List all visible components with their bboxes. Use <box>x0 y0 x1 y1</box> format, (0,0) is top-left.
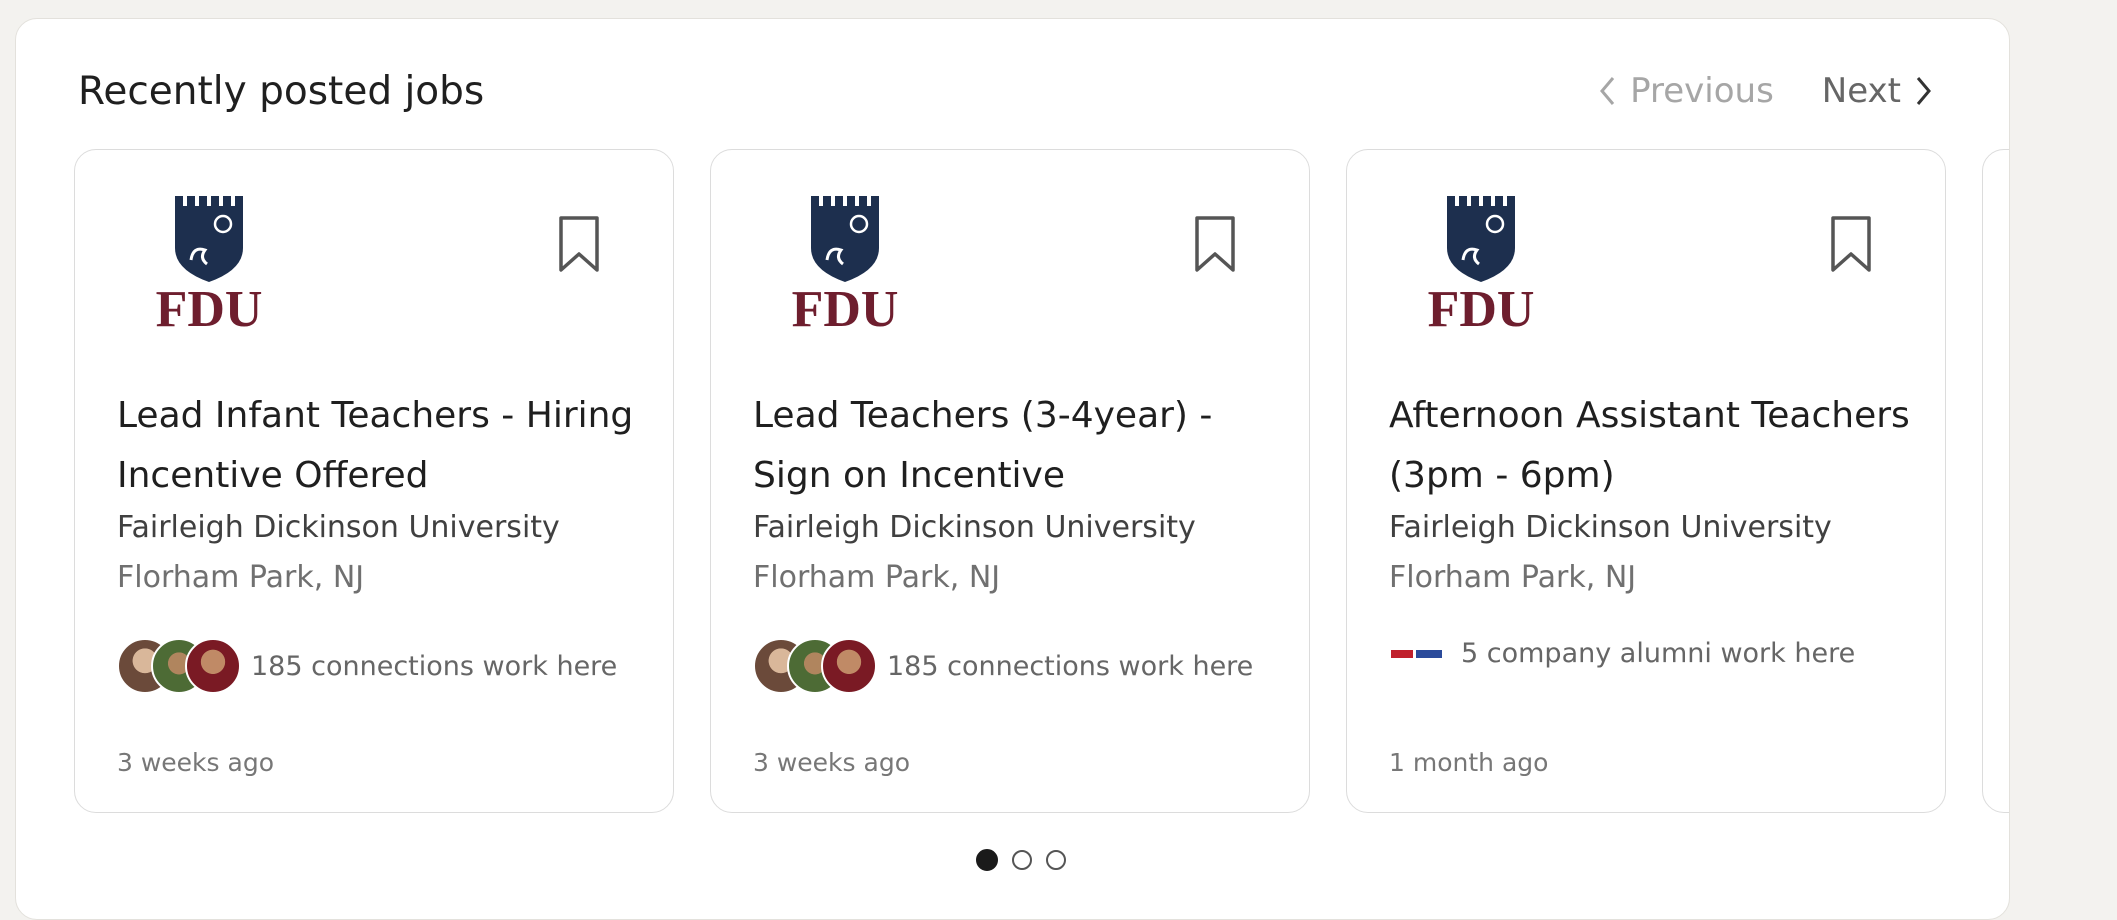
job-cards-carousel: FDU Lead Infant Teachers - Hiring Incent… <box>74 149 2009 819</box>
bookmark-icon[interactable] <box>555 214 603 276</box>
job-insight: 185 connections work here <box>753 638 1253 694</box>
fdu-logo: FDU <box>792 196 899 330</box>
connection-avatars <box>117 638 241 694</box>
posted-time: 1 month ago <box>1389 748 1549 777</box>
previous-button[interactable]: Previous <box>1598 71 1774 111</box>
fdu-logo-text: FDU <box>792 281 899 330</box>
job-insight: 5 company alumni work here <box>1389 638 1855 669</box>
company-name: Fairleigh Dickinson University <box>753 510 1196 545</box>
job-location: Florham Park, NJ <box>117 560 365 595</box>
page-dot[interactable] <box>1012 850 1032 870</box>
connection-avatars <box>753 638 877 694</box>
job-card[interactable]: FDU Lead Infant Teachers - Hiring Incent… <box>74 149 674 813</box>
recent-jobs-panel: Recently posted jobs Previous Next FDU L… <box>15 18 2010 920</box>
fdu-logo: FDU <box>156 196 263 330</box>
posted-time: 3 weeks ago <box>753 748 910 777</box>
page-dot[interactable] <box>976 849 998 871</box>
pager: Previous Next <box>1598 71 1933 111</box>
insight-text: 5 company alumni work here <box>1461 638 1856 669</box>
rwjbh-logo <box>1391 649 1442 658</box>
company-name: Fairleigh Dickinson University <box>1389 510 1832 545</box>
fdu-logo-text: FDU <box>1428 281 1535 330</box>
avatar <box>821 638 877 694</box>
next-label: Next <box>1821 71 1901 111</box>
job-card-partial[interactable] <box>1982 149 2009 813</box>
fdu-logo: FDU <box>1428 196 1535 330</box>
carousel-pagination <box>976 849 1066 871</box>
page-dot[interactable] <box>1046 850 1066 870</box>
company-name: Fairleigh Dickinson University <box>117 510 560 545</box>
posted-time: 3 weeks ago <box>117 748 274 777</box>
avatar <box>185 638 241 694</box>
insight-text: 185 connections work here <box>887 650 1254 682</box>
job-location: Florham Park, NJ <box>753 560 1001 595</box>
fdu-logo-text: FDU <box>156 281 263 330</box>
previous-label: Previous <box>1630 71 1774 111</box>
job-card[interactable]: FDU Afternoon Assistant Teachers (3pm - … <box>1346 149 1946 813</box>
bookmark-icon[interactable] <box>1827 214 1875 276</box>
job-title[interactable]: Afternoon Assistant Teachers (3pm - 6pm) <box>1389 386 1929 506</box>
insight-text: 185 connections work here <box>251 650 618 682</box>
job-location: Florham Park, NJ <box>1389 560 1637 595</box>
section-title: Recently posted jobs <box>78 69 485 114</box>
job-card[interactable]: FDU Lead Teachers (3-4year) - Sign on In… <box>710 149 1310 813</box>
chevron-left-icon <box>1600 77 1615 105</box>
job-insight: 185 connections work here <box>117 638 617 694</box>
job-title[interactable]: Lead Infant Teachers - Hiring Incentive … <box>117 386 657 506</box>
next-button[interactable]: Next <box>1822 71 1933 111</box>
chevron-right-icon <box>1916 77 1931 105</box>
job-title[interactable]: Lead Teachers (3-4year) - Sign on Incent… <box>753 386 1293 506</box>
bookmark-icon[interactable] <box>1191 214 1239 276</box>
